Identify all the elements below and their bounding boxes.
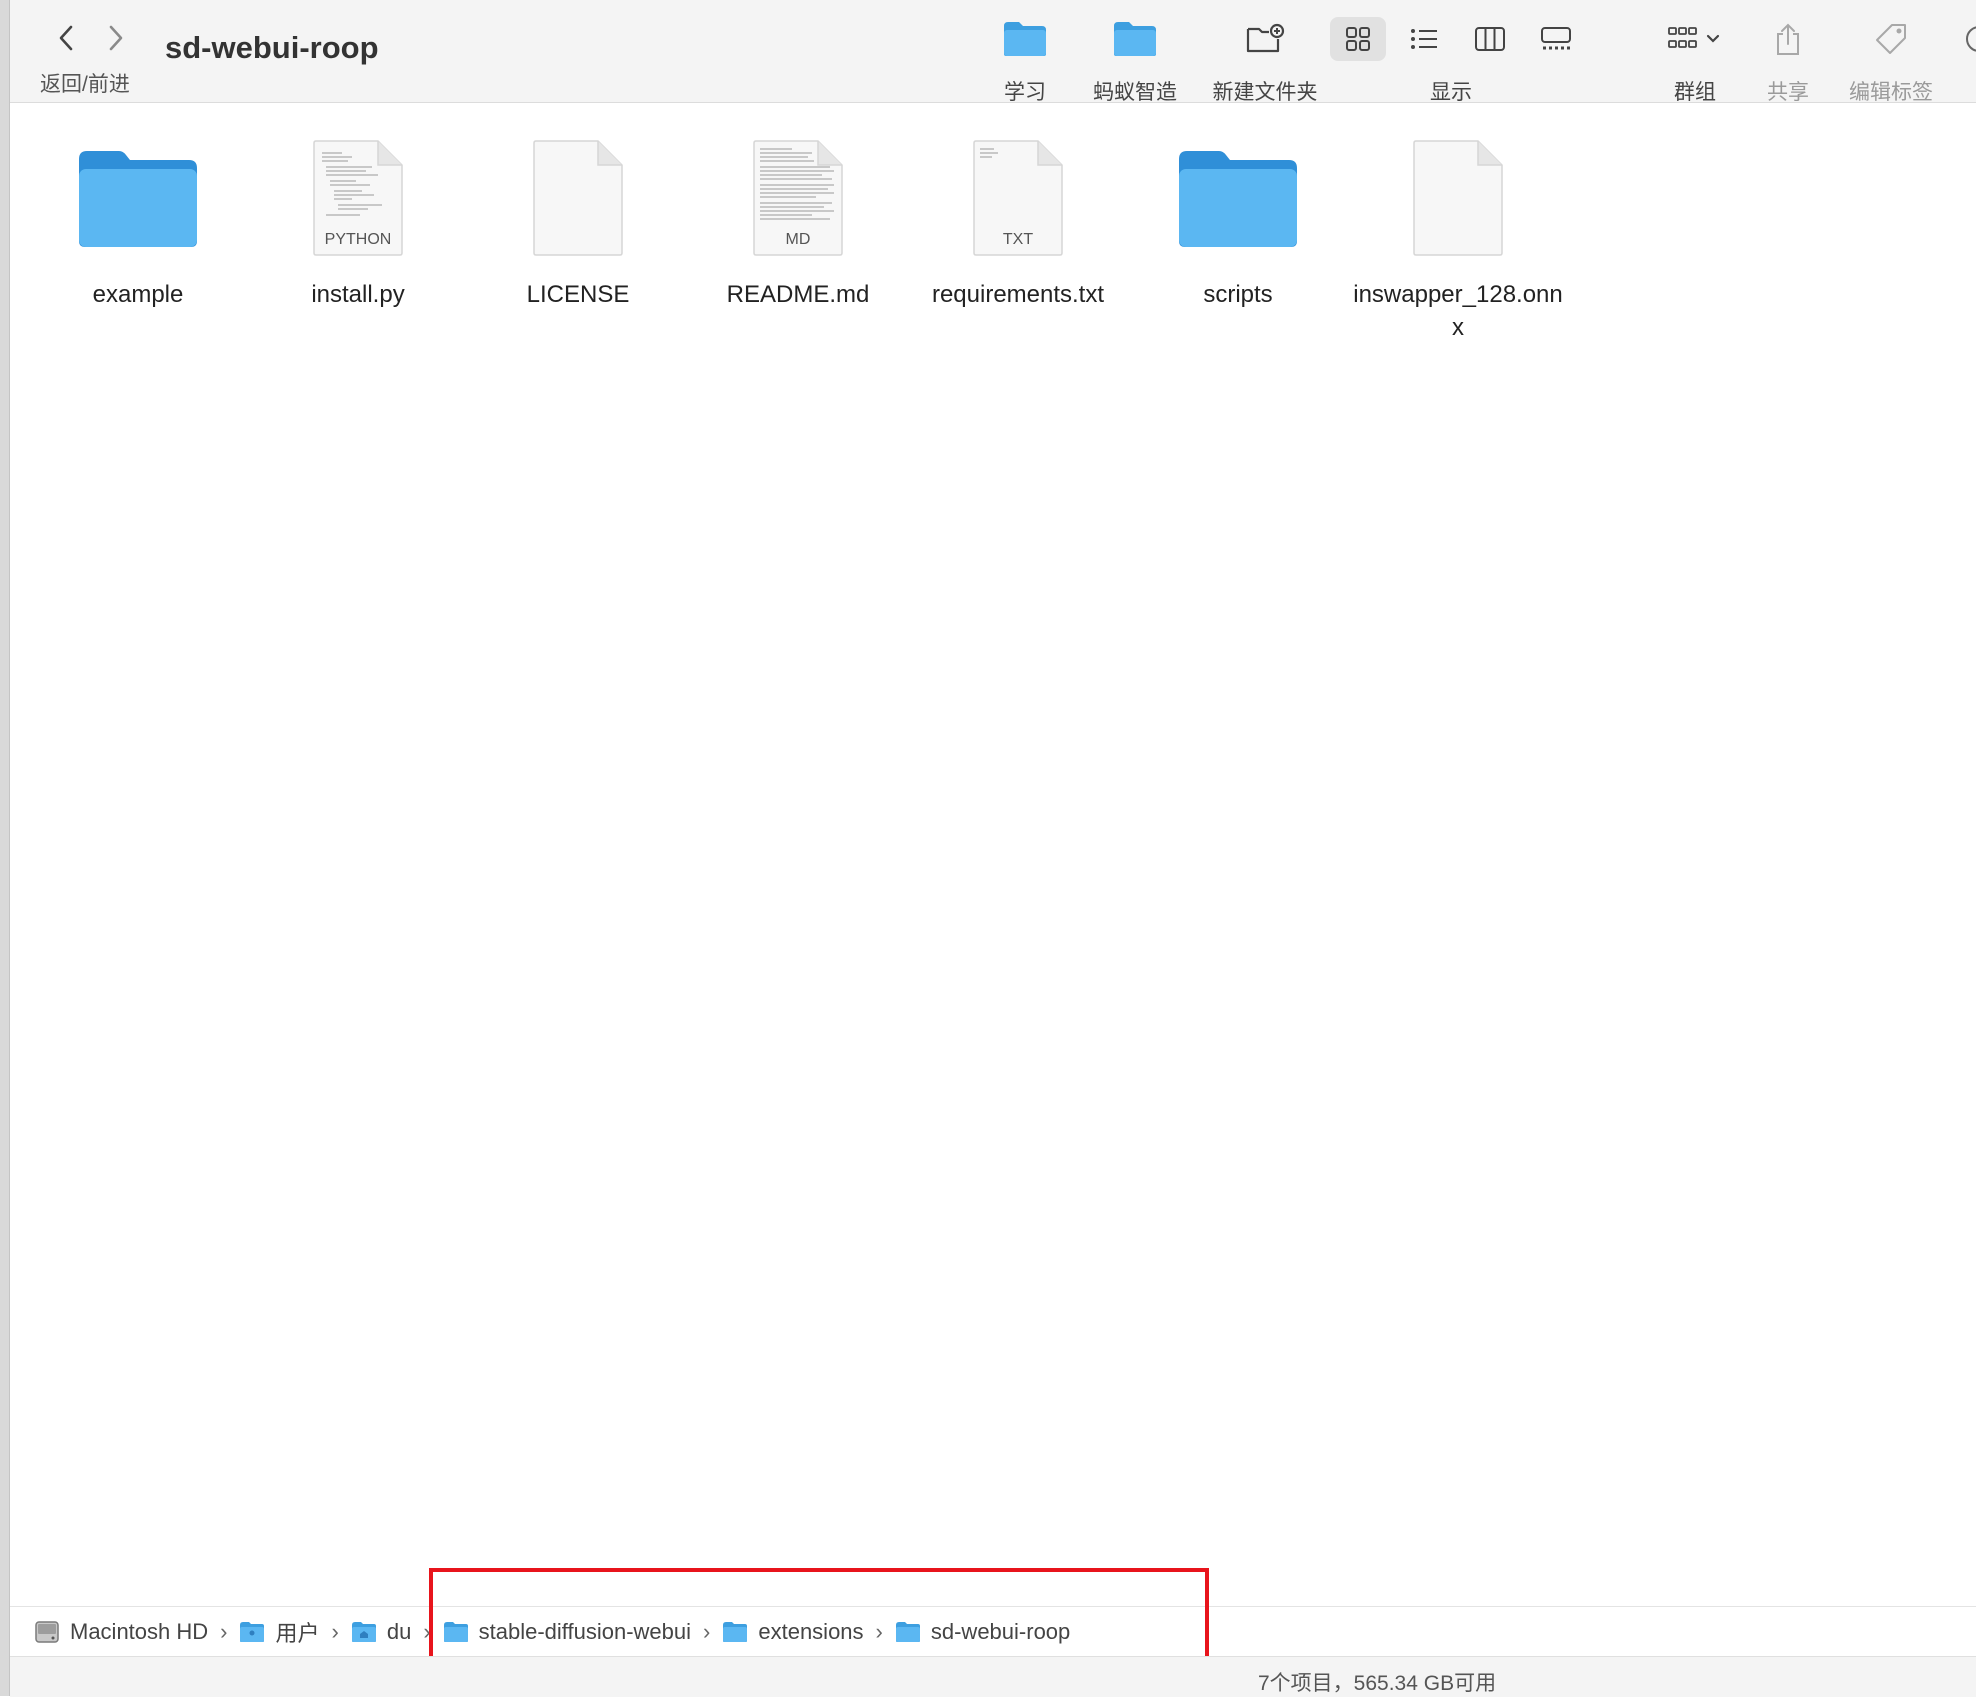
file-name: install.py xyxy=(311,281,405,308)
share-icon xyxy=(1775,14,1801,64)
chevron-right-icon xyxy=(109,25,123,51)
group-label: 群组 xyxy=(1674,81,1716,104)
file-item-scripts[interactable]: scripts xyxy=(1128,128,1348,311)
file-type-label: PYTHON xyxy=(324,231,392,248)
icon-view-button[interactable] xyxy=(1330,17,1386,61)
file-item-requirements-txt[interactable]: TXT requirements.txt xyxy=(908,128,1128,311)
file-item-install-py[interactable]: PYTHON install.py xyxy=(248,128,468,311)
markdown-document-icon: MD xyxy=(718,128,878,268)
gallery-view-button[interactable] xyxy=(1528,17,1584,61)
edit-tags-label: 编辑标签 xyxy=(1849,81,1933,104)
file-name: inswapper_128.onnx xyxy=(1353,281,1563,341)
path-separator: › xyxy=(220,1619,228,1644)
view-switcher xyxy=(1330,14,1590,64)
path-item-macintosh-hd[interactable]: Macintosh HD xyxy=(34,1619,208,1645)
column-view-button[interactable] xyxy=(1462,17,1518,61)
folder-icon xyxy=(1112,14,1158,64)
path-label: 用户 xyxy=(275,1621,320,1646)
folder-icon xyxy=(1158,128,1318,268)
forward-button[interactable] xyxy=(96,18,136,58)
file-item-inswapper-onnx[interactable]: inswapper_128.onnx xyxy=(1348,128,1568,344)
file-item-example[interactable]: example xyxy=(28,128,248,311)
blank-document-icon xyxy=(498,128,658,268)
new-folder-button[interactable]: 新建文件夹 xyxy=(1202,14,1328,106)
folder-icon xyxy=(1002,14,1048,64)
text-document-icon: TXT xyxy=(938,128,1098,268)
path-separator: › xyxy=(331,1619,339,1644)
python-document-icon: PYTHON xyxy=(278,128,438,268)
window-title: sd-webui-roop xyxy=(165,30,379,65)
file-name: requirements.txt xyxy=(931,281,1105,308)
status-text: 7个项目，565.34 GB可用 xyxy=(1258,1672,1497,1695)
red-highlight-annotation xyxy=(429,1568,1209,1666)
tag-icon xyxy=(1874,14,1908,64)
edit-tags-button[interactable]: 编辑标签 xyxy=(1836,14,1946,106)
file-item-license[interactable]: LICENSE xyxy=(468,128,688,311)
file-item-readme-md[interactable]: MD README.md xyxy=(688,128,908,311)
list-view-button[interactable] xyxy=(1396,17,1452,61)
view-label: 显示 xyxy=(1430,81,1472,104)
file-type-label: TXT xyxy=(1002,231,1034,248)
file-name: example xyxy=(92,281,184,308)
path-item-du[interactable]: du xyxy=(351,1619,411,1645)
folder-icon xyxy=(239,1621,265,1643)
path-item-users[interactable]: 用户 xyxy=(239,1616,320,1648)
grid-icon xyxy=(1346,27,1370,51)
group-icon xyxy=(1667,14,1723,64)
path-label: Macintosh HD xyxy=(70,1619,209,1644)
more-icon[interactable] xyxy=(1964,24,1976,54)
gallery-icon xyxy=(1541,27,1571,50)
home-folder-icon xyxy=(351,1621,377,1643)
folder-icon xyxy=(58,128,218,268)
new-folder-label: 新建文件夹 xyxy=(1212,81,1318,104)
favorite-folder-mayi[interactable]: 蚂蚁智造 xyxy=(1080,14,1190,106)
disk-icon xyxy=(34,1619,60,1645)
columns-icon xyxy=(1475,27,1505,51)
share-label: 共享 xyxy=(1767,81,1809,104)
back-forward-label: 返回/前进 xyxy=(40,73,130,96)
file-name: README.md xyxy=(726,281,870,308)
chevron-left-icon xyxy=(59,25,73,51)
file-name: scripts xyxy=(1203,281,1273,308)
file-name: LICENSE xyxy=(526,281,630,308)
toolbar: 返回/前进 sd-webui-roop 学习 蚂蚁智造 新建文件夹 显示 群组 … xyxy=(10,0,1976,106)
list-icon xyxy=(1411,29,1437,49)
back-button[interactable] xyxy=(46,18,86,58)
group-button[interactable]: 群组 xyxy=(1660,14,1730,106)
share-button[interactable]: 共享 xyxy=(1758,14,1818,106)
favorite-folder-xuexi[interactable]: 学习 xyxy=(990,14,1060,106)
favorite-label: 蚂蚁智造 xyxy=(1093,81,1177,104)
new-folder-icon xyxy=(1245,14,1285,64)
file-type-label: MD xyxy=(785,231,811,248)
path-label: du xyxy=(386,1619,412,1644)
favorite-label: 学习 xyxy=(1004,81,1046,104)
blank-document-icon xyxy=(1378,128,1538,268)
window-left-edge xyxy=(0,0,10,1696)
status-bar: 7个项目，565.34 GB可用 xyxy=(10,1656,1976,1697)
